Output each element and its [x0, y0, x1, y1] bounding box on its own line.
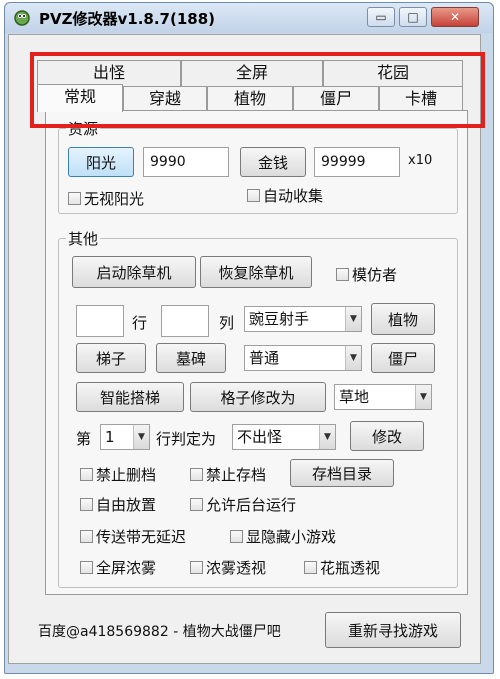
- minimize-button[interactable]: ▭: [367, 7, 395, 27]
- vase-see-through-checkbox[interactable]: 花瓶透视: [304, 557, 380, 578]
- smart-ladder-button[interactable]: 智能搭梯: [76, 382, 184, 412]
- checkbox-box: [336, 268, 349, 281]
- chevron-down-icon: ▼: [133, 425, 149, 449]
- maximize-button[interactable]: □: [399, 7, 427, 27]
- checkbox-box: [247, 189, 260, 202]
- no-save-checkbox[interactable]: 禁止存档: [190, 464, 266, 485]
- title-bar[interactable]: PVZ修改器v1.8.7(188) ▭ □ ✕: [5, 3, 493, 33]
- tab-zombies[interactable]: 僵尸: [293, 86, 379, 112]
- checkbox-box: [190, 561, 203, 574]
- plant-select[interactable]: 豌豆射手 ▼: [244, 306, 362, 332]
- imitator-checkbox[interactable]: 模仿者: [336, 264, 397, 285]
- checkbox-box: [80, 561, 93, 574]
- tab-fullscreen[interactable]: 全屏: [181, 60, 323, 86]
- zombie-select-value: 普通: [249, 349, 280, 367]
- show-hidden-games-label: 显隐藏小游戏: [246, 528, 337, 546]
- grid-type-select-value: 草地: [339, 388, 370, 406]
- ignore-sun-label: 无视阳光: [84, 190, 145, 208]
- refind-game-button[interactable]: 重新寻找游戏: [325, 612, 461, 648]
- resources-group-label: 资源: [66, 118, 101, 139]
- modify-button[interactable]: 修改: [350, 421, 424, 451]
- checkbox-box: [68, 192, 81, 205]
- no-delete-save-checkbox[interactable]: 禁止删档: [80, 464, 156, 485]
- ladder-button[interactable]: 梯子: [76, 343, 146, 373]
- money-input[interactable]: 99999: [314, 147, 400, 177]
- tab-spawn[interactable]: 出怪: [37, 60, 181, 86]
- row-number-select[interactable]: 1 ▼: [100, 424, 150, 450]
- window-title: PVZ修改器v1.8.7(188): [39, 10, 215, 28]
- checkbox-box: [80, 530, 93, 543]
- restore-mower-button[interactable]: 恢复除草机: [200, 256, 312, 288]
- tab-general[interactable]: 常规: [37, 84, 123, 112]
- zombie-select[interactable]: 普通 ▼: [244, 345, 362, 371]
- app-icon: [14, 10, 30, 26]
- row-number-select-value: 1: [105, 428, 115, 446]
- sun-button[interactable]: 阳光: [68, 147, 134, 177]
- vase-see-through-label: 花瓶透视: [320, 559, 381, 577]
- column-input[interactable]: [161, 305, 209, 337]
- fog-see-through-checkbox[interactable]: 浓雾透视: [190, 557, 266, 578]
- checkbox-box: [190, 468, 203, 481]
- checkbox-box: [80, 498, 93, 511]
- full-fog-checkbox[interactable]: 全屏浓雾: [80, 557, 156, 578]
- plant-button[interactable]: 植物: [371, 303, 435, 335]
- checkbox-box: [80, 468, 93, 481]
- credit-text: 百度@a418569882 - 植物大战僵尸吧: [38, 624, 281, 640]
- row-judge-label: 行判定为: [156, 430, 217, 448]
- row-label: 行: [132, 314, 148, 332]
- chevron-down-icon: ▼: [319, 425, 335, 449]
- show-hidden-games-checkbox[interactable]: 显隐藏小游戏: [230, 526, 336, 547]
- column-label: 列: [219, 314, 235, 332]
- imitator-label: 模仿者: [352, 266, 398, 284]
- chevron-down-icon: ▼: [345, 307, 361, 331]
- grid-modify-button[interactable]: 格子修改为: [190, 382, 326, 412]
- spawn-select[interactable]: 不出怪 ▼: [232, 424, 336, 450]
- checkbox-box: [230, 530, 243, 543]
- sun-input[interactable]: 9990: [143, 147, 229, 177]
- plant-select-value: 豌豆射手: [249, 310, 310, 328]
- free-place-label: 自由放置: [96, 496, 157, 514]
- free-place-checkbox[interactable]: 自由放置: [80, 494, 156, 515]
- auto-collect-label: 自动收集: [263, 187, 324, 205]
- zombie-button[interactable]: 僵尸: [371, 343, 435, 373]
- auto-collect-checkbox[interactable]: 自动收集: [247, 185, 323, 206]
- tab-plants[interactable]: 植物: [207, 86, 293, 112]
- row-input[interactable]: [76, 305, 124, 337]
- grid-type-select[interactable]: 草地 ▼: [334, 384, 432, 410]
- allow-background-checkbox[interactable]: 允许后台运行: [190, 494, 296, 515]
- fog-see-through-label: 浓雾透视: [206, 559, 267, 577]
- ignore-sun-checkbox[interactable]: 无视阳光: [68, 188, 144, 209]
- chevron-down-icon: ▼: [345, 346, 361, 370]
- money-button[interactable]: 金钱: [240, 147, 306, 177]
- save-directory-button[interactable]: 存档目录: [290, 459, 394, 487]
- belt-no-delay-checkbox[interactable]: 传送带无延迟: [80, 526, 186, 547]
- checkbox-box: [304, 561, 317, 574]
- money-suffix: x10: [408, 153, 433, 168]
- full-fog-label: 全屏浓雾: [96, 559, 157, 577]
- other-group-label: 其他: [66, 228, 101, 249]
- no-delete-save-label: 禁止删档: [96, 466, 157, 484]
- no-save-label: 禁止存档: [206, 466, 267, 484]
- tab-card-slots[interactable]: 卡槽: [379, 86, 463, 112]
- tab-travel[interactable]: 穿越: [123, 86, 207, 112]
- allow-background-label: 允许后台运行: [206, 496, 297, 514]
- spawn-select-value: 不出怪: [237, 428, 283, 446]
- close-button[interactable]: ✕: [431, 7, 479, 27]
- row-prefix-label: 第: [76, 430, 92, 448]
- tombstone-button[interactable]: 墓碑: [156, 343, 226, 373]
- chevron-down-icon: ▼: [415, 385, 431, 409]
- start-mower-button[interactable]: 启动除草机: [72, 256, 196, 288]
- belt-no-delay-label: 传送带无延迟: [96, 528, 187, 546]
- checkbox-box: [190, 498, 203, 511]
- tab-garden[interactable]: 花园: [323, 60, 463, 86]
